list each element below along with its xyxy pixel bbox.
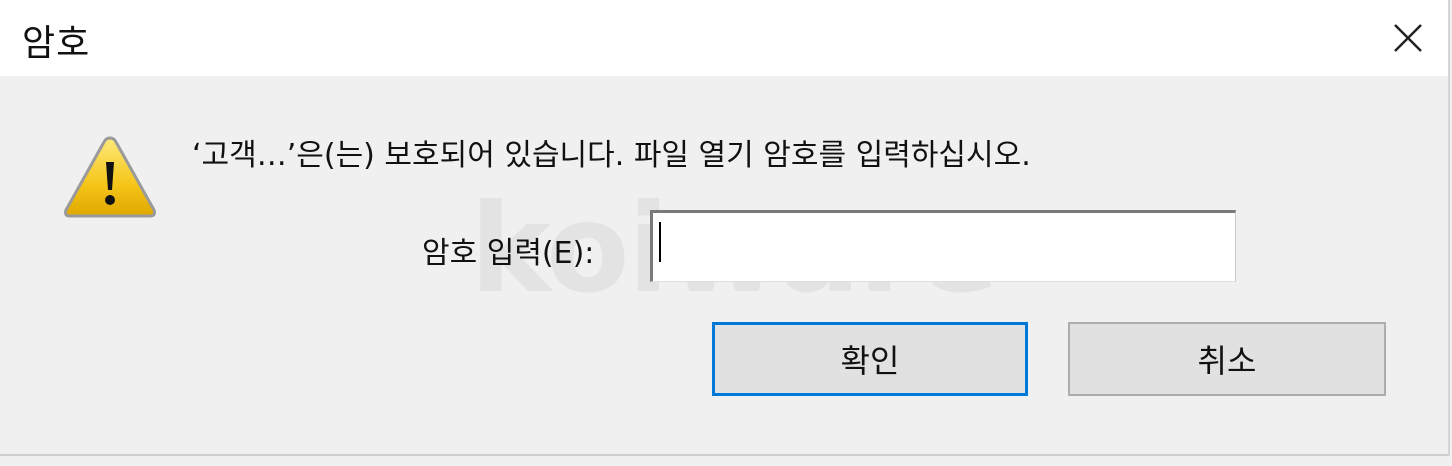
password-dialog: 암호 koiware ‘고객…’은(는) 보호되어 있습니다. 파일 열기 암호… [0, 0, 1450, 456]
ok-button[interactable]: 확인 [712, 322, 1028, 396]
prompt-message: ‘고객…’은(는) 보호되어 있습니다. 파일 열기 암호를 입력하십시오. [192, 138, 1031, 173]
password-label: 암호 입력(E): [422, 236, 595, 271]
text-caret [659, 222, 661, 262]
close-icon [1394, 24, 1422, 52]
cancel-button[interactable]: 취소 [1068, 322, 1386, 396]
password-input[interactable] [650, 210, 1236, 282]
dialog-title: 암호 [22, 23, 91, 64]
title-bar: 암호 [0, 0, 1448, 76]
warning-icon [64, 136, 156, 218]
close-button[interactable] [1376, 8, 1440, 68]
